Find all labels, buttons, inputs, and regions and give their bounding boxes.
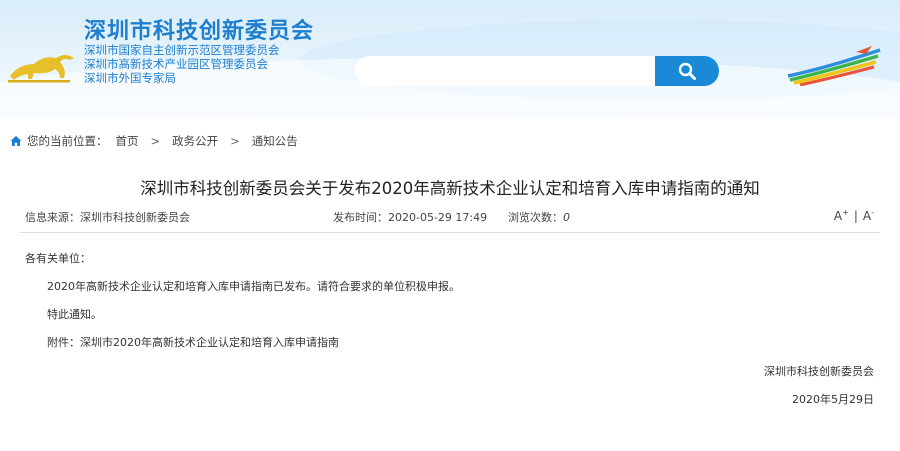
article-greeting: 各有关单位： [25,252,91,265]
meta-time-label: 发布时间： [333,211,388,224]
font-size-divider: | [853,209,858,223]
article-title: 深圳市科技创新委员会关于发布2020年高新技术企业认定和培育入库申请指南的通知 [140,179,760,198]
breadcrumb-separator: > [230,134,240,148]
meta-view-count: 浏览次数：0 [508,209,570,225]
attachment-link[interactable]: 附件：深圳市2020年高新技术企业认定和培育入库申请指南 [47,334,339,350]
search-input[interactable] [355,56,655,86]
article-signature: 深圳市科技创新委员会 [764,365,874,378]
site-header: 深圳市科技创新委员会 深圳市国家自主创新示范区管理委员会 深圳市高新技术产业园区… [0,0,900,118]
home-icon [10,136,22,146]
breadcrumb-government-affairs[interactable]: 政务公开 [172,133,218,149]
breadcrumb-label: 您的当前位置： [27,134,108,148]
meta-publish-time: 发布时间：2020-05-29 17:49 [333,209,487,225]
article-paragraph: 特此通知。 [47,308,102,321]
meta-time-value: 2020-05-29 17:49 [388,211,488,224]
font-smaller-button[interactable]: A- [863,208,874,223]
org-subtitle: 深圳市外国专家局 [84,71,176,85]
article-paragraph: 2020年高新技术企业认定和培育入库申请指南已发布。请符合要求的单位积极申报。 [47,280,460,293]
meta-views-value: 0 [563,211,570,224]
article-date: 2020年5月29日 [792,393,874,406]
meta-source: 信息来源：深圳市科技创新委员会 [25,209,190,225]
org-subtitle: 深圳市国家自主创新示范区管理委员会 [84,43,280,57]
divider-line [20,232,880,233]
breadcrumb-separator: > [150,134,161,148]
org-subtitle: 深圳市高新技术产业园区管理委员会 [84,57,268,71]
meta-views-label: 浏览次数： [508,211,563,224]
org-title[interactable]: 深圳市科技创新委员会 [84,13,314,45]
search-icon [678,62,696,80]
font-size-controls: A+ | A- [834,208,874,223]
rainbow-stripes-logo-icon [787,46,881,86]
breadcrumb-home[interactable]: 首页 [116,133,139,149]
breadcrumb-notices[interactable]: 通知公告 [252,133,298,149]
bull-logo-icon[interactable] [6,46,78,86]
breadcrumb: 您的当前位置： 首页 > 政务公开 > 通知公告 [10,133,298,149]
search-button[interactable] [655,56,719,86]
meta-source-value: 深圳市科技创新委员会 [80,211,190,224]
meta-source-label: 信息来源： [25,211,80,224]
font-larger-button[interactable]: A+ [834,208,849,223]
